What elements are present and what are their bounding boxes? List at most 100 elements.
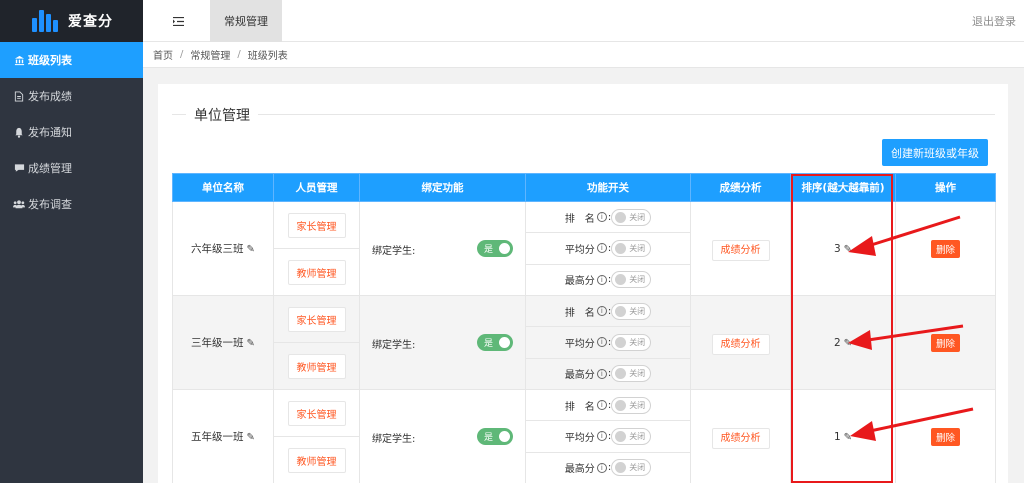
edit-pencil-icon[interactable]: ✎ [844, 244, 852, 255]
average-switch[interactable]: 关闭 [611, 427, 652, 445]
teacher-management-button[interactable]: 教师管理 [287, 353, 346, 379]
feature-label: 平均分 [564, 244, 595, 256]
bind-students-switch[interactable]: 是 [477, 334, 513, 351]
binding-cell: 绑定学生: 是 [359, 295, 526, 390]
logout-link[interactable]: 退出登录 [972, 0, 1016, 42]
bind-students-label: 绑定学生: [372, 434, 416, 445]
breadcrumb: 首页 / 常规管理 / 班级列表 [143, 42, 1024, 68]
teacher-management-button[interactable]: 教师管理 [287, 447, 346, 473]
feature-label: 最高分 [564, 276, 595, 288]
breadcrumb-home[interactable]: 首页 [153, 47, 173, 62]
edit-pencil-icon[interactable]: ✎ [844, 338, 852, 349]
edit-pencil-icon[interactable]: ✎ [247, 338, 255, 349]
actions-cell: 删除 [895, 389, 996, 483]
unit-name: 三年级一班 [191, 337, 244, 349]
sort-cell: 3 ✎ [790, 201, 896, 296]
table-row: 三年级一班 ✎ 家长管理 教师管理 绑定学生: 是 排 名 i: 关闭 平均分 i: 关闭… [172, 295, 996, 390]
info-icon[interactable]: i [596, 243, 607, 254]
app-title: 爱查分 [68, 14, 113, 30]
analysis-cell: 成绩分析 [690, 295, 791, 390]
sort-cell: 2 ✎ [790, 295, 896, 390]
unit-name-cell: 三年级一班 ✎ [172, 295, 274, 390]
breadcrumb-current: 班级列表 [247, 51, 288, 62]
chat-icon [13, 162, 25, 174]
info-icon[interactable]: i [596, 306, 607, 317]
teacher-management-button[interactable]: 教师管理 [287, 259, 346, 285]
highest-switch[interactable]: 关闭 [611, 459, 652, 477]
sidebar-item-publish-notice[interactable]: 发布通知 [0, 114, 143, 150]
menu-toggle-icon[interactable] [163, 0, 193, 42]
delete-button[interactable]: 删除 [930, 333, 960, 352]
highest-switch[interactable]: 关闭 [611, 365, 652, 383]
rank-switch[interactable]: 关闭 [611, 208, 652, 226]
edit-pencil-icon[interactable]: ✎ [247, 432, 255, 443]
bind-students-label: 绑定学生: [372, 246, 416, 257]
parent-management-button[interactable]: 家长管理 [287, 400, 346, 426]
info-icon[interactable]: i [596, 337, 607, 348]
binding-cell: 绑定学生: 是 [359, 389, 526, 483]
panel-title: 单位管理 [186, 105, 258, 125]
sidebar-item-label: 发布通知 [28, 126, 72, 139]
edit-pencil-icon[interactable]: ✎ [844, 432, 852, 443]
sidebar-item-publish-survey[interactable]: 发布调查 [0, 186, 143, 222]
bind-students-label: 绑定学生: [372, 340, 416, 351]
header-binding: 绑定功能 [359, 173, 526, 202]
tab-routine-management[interactable]: 常规管理 [210, 0, 282, 42]
delete-button[interactable]: 删除 [930, 239, 960, 258]
feature-label: 排 名 [564, 213, 595, 225]
table-row: 六年级三班 ✎ 家长管理 教师管理 绑定学生: 是 排 名 i: 关闭 平均分 i: 关闭… [172, 201, 996, 296]
breadcrumb-separator: / [237, 49, 241, 60]
sidebar: 爱查分 班级列表 发布成绩 发布通知 成绩管理 发布调查 [0, 0, 143, 483]
parent-management-button[interactable]: 家长管理 [287, 212, 346, 238]
features-cell: 排 名 i: 关闭 平均分 i: 关闭 最高分 i: 关闭 [525, 389, 691, 483]
feature-label: 最高分 [564, 464, 595, 476]
feature-label: 排 名 [564, 401, 595, 413]
sidebar-item-class-list[interactable]: 班级列表 [0, 42, 143, 78]
sidebar-item-label: 班级列表 [28, 54, 72, 67]
score-analysis-button[interactable]: 成绩分析 [711, 240, 770, 261]
info-icon[interactable]: i [596, 462, 607, 473]
info-icon[interactable]: i [596, 212, 607, 223]
bind-students-switch[interactable]: 是 [477, 240, 513, 257]
feature-label: 平均分 [564, 432, 595, 444]
sort-value: 2 [833, 336, 841, 349]
unit-name-cell: 五年级一班 ✎ [172, 389, 274, 483]
staff-cell: 家长管理 教师管理 [273, 389, 360, 483]
table-row: 五年级一班 ✎ 家长管理 教师管理 绑定学生: 是 排 名 i: 关闭 平均分 i: 关闭… [172, 389, 996, 483]
edit-pencil-icon[interactable]: ✎ [247, 244, 255, 255]
average-switch[interactable]: 关闭 [611, 333, 652, 351]
score-analysis-button[interactable]: 成绩分析 [711, 334, 770, 355]
header-actions: 操作 [895, 173, 996, 202]
delete-button[interactable]: 删除 [930, 427, 960, 446]
info-icon[interactable]: i [596, 274, 607, 285]
features-cell: 排 名 i: 关闭 平均分 i: 关闭 最高分 i: 关闭 [525, 201, 691, 296]
highest-switch[interactable]: 关闭 [611, 271, 652, 289]
header-analysis: 成绩分析 [690, 173, 791, 202]
info-icon[interactable]: i [596, 368, 607, 379]
average-switch[interactable]: 关闭 [611, 239, 652, 257]
logo-icon [30, 10, 62, 32]
features-cell: 排 名 i: 关闭 平均分 i: 关闭 最高分 i: 关闭 [525, 295, 691, 390]
analysis-cell: 成绩分析 [690, 201, 791, 296]
bank-icon [13, 54, 25, 66]
bell-icon [13, 126, 25, 138]
score-analysis-button[interactable]: 成绩分析 [711, 428, 770, 449]
sort-cell: 1 ✎ [790, 389, 896, 483]
rank-switch[interactable]: 关闭 [611, 396, 652, 414]
info-icon[interactable]: i [596, 431, 607, 442]
class-table: 单位名称 人员管理 绑定功能 功能开关 成绩分析 排序(越大越靠前) 操作 六年… [172, 173, 996, 483]
bind-students-switch[interactable]: 是 [477, 428, 513, 445]
sidebar-item-publish-scores[interactable]: 发布成绩 [0, 78, 143, 114]
create-class-button[interactable]: 创建新班级或年级 [882, 139, 988, 166]
rank-switch[interactable]: 关闭 [611, 302, 652, 320]
breadcrumb-separator: / [180, 49, 184, 60]
info-icon[interactable]: i [596, 400, 607, 411]
header-staff: 人员管理 [273, 173, 360, 202]
sidebar-item-score-management[interactable]: 成绩管理 [0, 150, 143, 186]
breadcrumb-routine[interactable]: 常规管理 [190, 47, 230, 62]
sidebar-item-label: 发布调查 [28, 198, 72, 211]
unit-name: 六年级三班 [191, 243, 244, 255]
sidebar-item-label: 成绩管理 [28, 162, 72, 175]
logo: 爱查分 [0, 0, 143, 42]
parent-management-button[interactable]: 家长管理 [287, 306, 346, 332]
